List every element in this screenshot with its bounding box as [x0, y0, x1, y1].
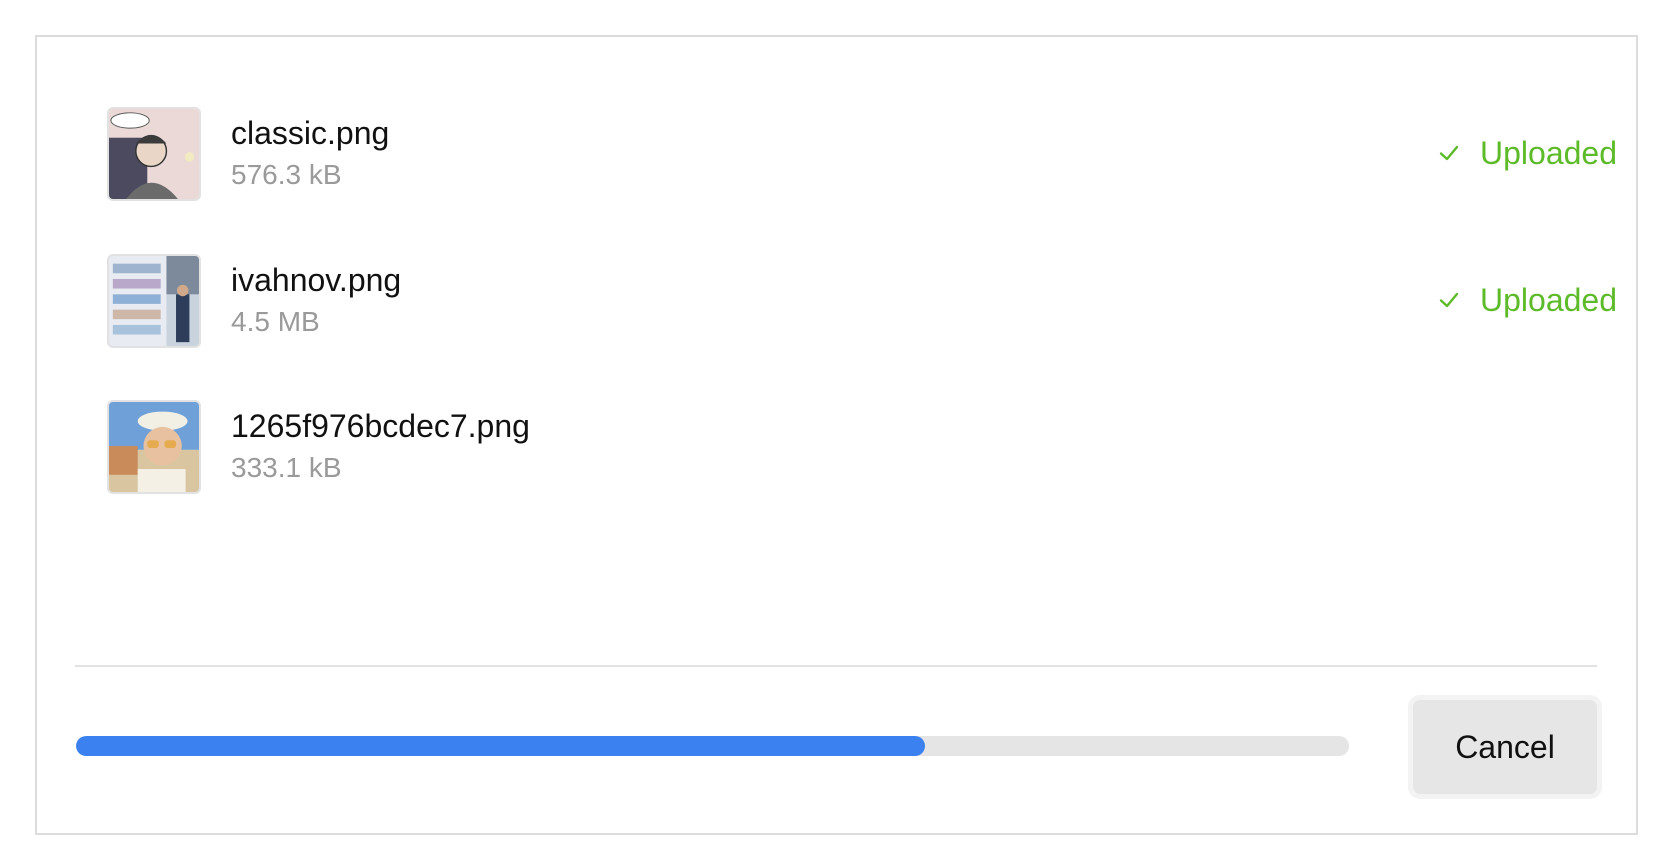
cancel-button[interactable]: Cancel — [1408, 695, 1602, 799]
file-row: classic.png 576.3 kB Uploaded — [107, 107, 1617, 203]
file-thumbnail-comic — [107, 107, 201, 201]
upload-progress-bar — [76, 736, 1349, 756]
check-icon — [1439, 145, 1459, 161]
file-size: 576.3 kB — [231, 159, 342, 190]
upload-status-label: Uploaded — [1480, 134, 1617, 171]
upload-status: Uploaded — [1438, 133, 1617, 173]
file-name: classic.png — [231, 115, 390, 151]
footer-divider — [75, 665, 1597, 667]
file-size: 333.1 kB — [231, 452, 342, 483]
file-name: ivahnov.png — [231, 262, 402, 298]
file-name: 1265f976bcdec7.png — [231, 408, 530, 444]
upload-status: Uploaded — [1438, 280, 1617, 320]
file-size: 4.5 MB — [231, 306, 320, 337]
check-icon — [1439, 292, 1459, 308]
file-row: 1265f976bcdec7.png 333.1 kB — [107, 400, 1617, 496]
file-row: ivahnov.png 4.5 MB Uploaded — [107, 254, 1617, 350]
file-thumbnail-person — [107, 400, 201, 494]
upload-status-label: Uploaded — [1480, 281, 1617, 318]
file-thumbnail-store — [107, 254, 201, 348]
upload-progress-fill — [76, 736, 926, 756]
